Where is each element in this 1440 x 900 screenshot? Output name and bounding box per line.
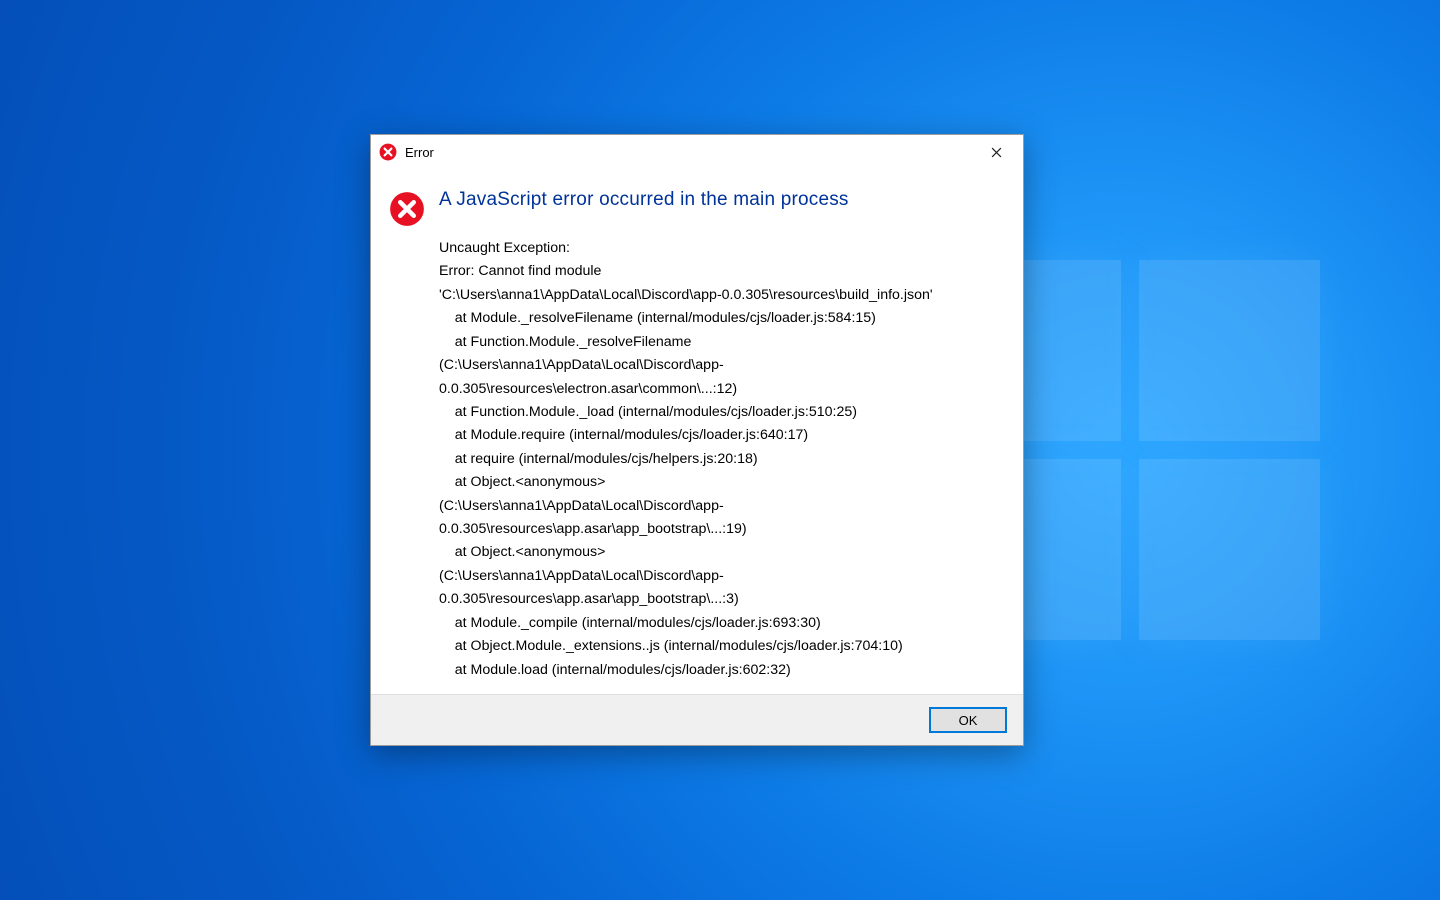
dialog-body: A JavaScript error occurred in the main … [371, 169, 1023, 694]
error-dialog: Error A JavaScript error occurred in the… [370, 134, 1024, 746]
titlebar[interactable]: Error [371, 135, 1023, 169]
close-button[interactable] [975, 138, 1017, 166]
error-icon [379, 143, 397, 161]
titlebar-title: Error [405, 145, 975, 160]
dialog-heading: A JavaScript error occurred in the main … [439, 189, 1005, 211]
error-icon [389, 191, 425, 227]
dialog-content: A JavaScript error occurred in the main … [439, 189, 1005, 682]
windows-logo-pane [1139, 260, 1320, 441]
windows-logo-pane [1139, 459, 1320, 640]
ok-button[interactable]: OK [929, 707, 1007, 733]
dialog-footer: OK [371, 694, 1023, 745]
dialog-message: Uncaught Exception: Error: Cannot find m… [439, 237, 1005, 682]
